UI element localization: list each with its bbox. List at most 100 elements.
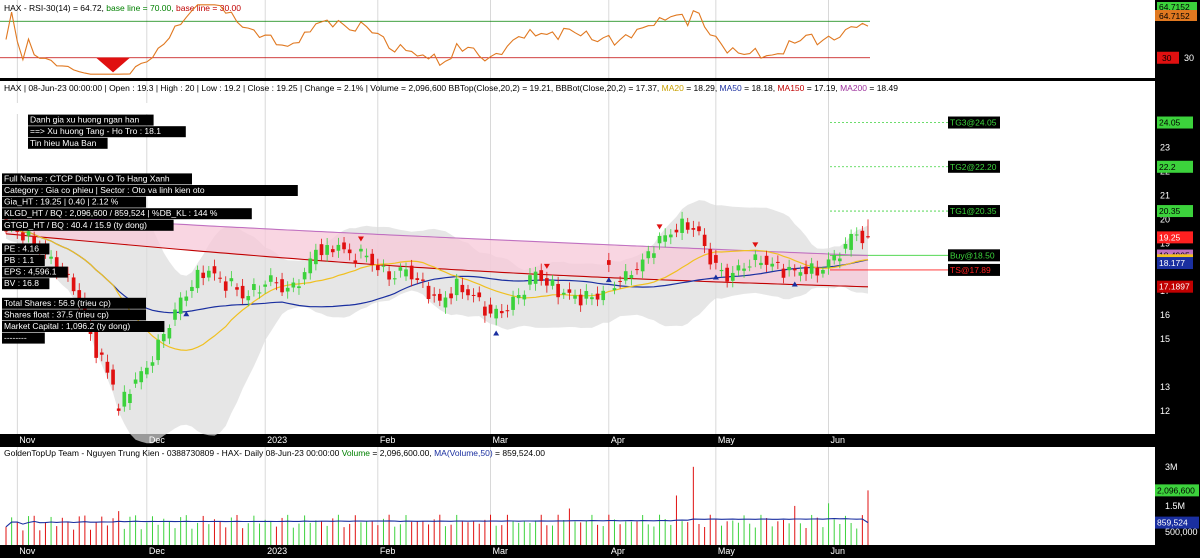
info-line: Market Capital : 1,096.2 (ty dong) (4, 321, 130, 331)
candle-body (359, 248, 363, 252)
volume-header: GoldenTopUp Team - Nguyen Trung Kien - 0… (4, 448, 545, 458)
volume-axis-label: 3M (1165, 462, 1178, 472)
candle-body (235, 287, 239, 290)
info-line: ==> Xu huong Tang - Ho Tro : 18.1 (30, 126, 161, 136)
price-tag: 20.35 (1159, 206, 1181, 216)
candle-body (488, 304, 493, 314)
candle-body (99, 352, 104, 355)
header-part: = 18.18, (742, 83, 778, 93)
header-part: HAX - RSI-30(14) = 64.72, (4, 3, 104, 13)
info-line: PB : 1.1 (4, 255, 35, 265)
candle-body (815, 267, 820, 276)
candle-body (381, 265, 386, 267)
volume-tag: 859,524 (1157, 518, 1188, 528)
candle-body (398, 267, 403, 271)
candle-body (195, 269, 200, 289)
candle-body (533, 271, 538, 284)
candle-body (866, 236, 870, 238)
candle-body (556, 283, 560, 298)
header-part: = 18.49 (867, 83, 898, 93)
info-line: Total Shares : 56.9 (trieu cp) (4, 298, 111, 308)
candle-body (776, 261, 780, 263)
volume-tag: 2,096,600 (1157, 485, 1195, 495)
month-label: May (718, 546, 736, 556)
candle-body (550, 279, 555, 286)
candle-body (770, 263, 775, 267)
candle-body (325, 245, 329, 255)
candle-body (809, 263, 814, 274)
candle-body (764, 255, 769, 265)
candle-body (635, 269, 639, 271)
header-part: Volume (342, 448, 371, 458)
header-part: = 17.19, (804, 83, 840, 93)
candle-body (826, 259, 831, 268)
candle-body (477, 292, 482, 298)
candle-body (376, 265, 380, 271)
candle-body (590, 297, 594, 300)
candle-body (730, 272, 735, 281)
month-label: Dec (149, 435, 166, 445)
candle-body (426, 285, 431, 299)
candle-body (725, 267, 729, 282)
candle-body (156, 339, 160, 361)
candle-body (173, 309, 177, 320)
candle-body (229, 278, 234, 282)
candle-body (668, 234, 673, 238)
candle-body (511, 296, 515, 310)
candle-body (336, 244, 341, 251)
candle-body (674, 229, 679, 233)
chart-root: HAX - RSI-30(14) = 64.72, base line = 70… (0, 0, 1200, 558)
month-label: Mar (493, 546, 509, 556)
header-part: MA50 (720, 83, 742, 93)
header-part: BBBot(Close,20,2) = 17.37, (556, 83, 662, 93)
candle-body (837, 258, 842, 262)
price-tag: 17.1897 (1159, 282, 1190, 292)
candle-body (190, 286, 194, 291)
candle-body (364, 255, 369, 258)
svg-text:HAX | 08-Jun-23 00:00:00 | Ope: HAX | 08-Jun-23 00:00:00 | Open : 19.3 |… (4, 83, 898, 93)
candle-body (257, 292, 262, 294)
rsi-axis-label: 30 (1184, 53, 1194, 63)
candle-body (747, 266, 752, 268)
candle-body (319, 244, 324, 256)
target-label: TG1@20.35 (948, 205, 1000, 218)
header-part: = 859,524.00 (493, 448, 546, 458)
candle-body (421, 279, 425, 281)
candle-body (302, 272, 307, 280)
candle-body (387, 271, 391, 280)
info-line: Full Name : CTCP Dich Vu O To Hang Xanh (4, 173, 170, 183)
candle-body (285, 287, 290, 292)
candle-body (843, 244, 848, 249)
header-part: MA20 (662, 83, 684, 93)
price-axis-label: 21 (1160, 191, 1170, 201)
header-part: HAX | 08-Jun-23 00:00:00 | Open : 19.3 |… (4, 83, 449, 93)
month-label: Feb (380, 546, 396, 556)
month-label: Jun (831, 435, 846, 445)
candle-body (545, 278, 549, 286)
candle-body (49, 256, 53, 259)
candle-body (454, 278, 459, 296)
candle-body (206, 270, 211, 278)
candle-body (607, 260, 611, 265)
header-part: = 18.29, (684, 83, 720, 93)
month-strip-top (0, 434, 1200, 447)
candle-body (128, 393, 132, 404)
candle-body (347, 249, 352, 254)
candle-body (640, 259, 645, 272)
candle-body (742, 268, 746, 271)
target-label: TS@17.89 (948, 263, 1000, 276)
candle-body (330, 249, 335, 253)
candle-body (415, 278, 420, 281)
candle-body (178, 297, 183, 314)
header-part: = 2,096,600.00, (370, 448, 434, 458)
candle-body (297, 286, 301, 289)
volume-panel-bg (0, 447, 1155, 558)
candle-body (246, 295, 251, 301)
candle-body (821, 269, 825, 274)
candle-body (218, 277, 222, 279)
projection-line1: --> 19.25 | 2.12% (880, 226, 946, 236)
candle-body (505, 310, 510, 312)
candle-body (714, 255, 718, 263)
month-label: Feb (380, 435, 396, 445)
candle-body (145, 367, 149, 375)
